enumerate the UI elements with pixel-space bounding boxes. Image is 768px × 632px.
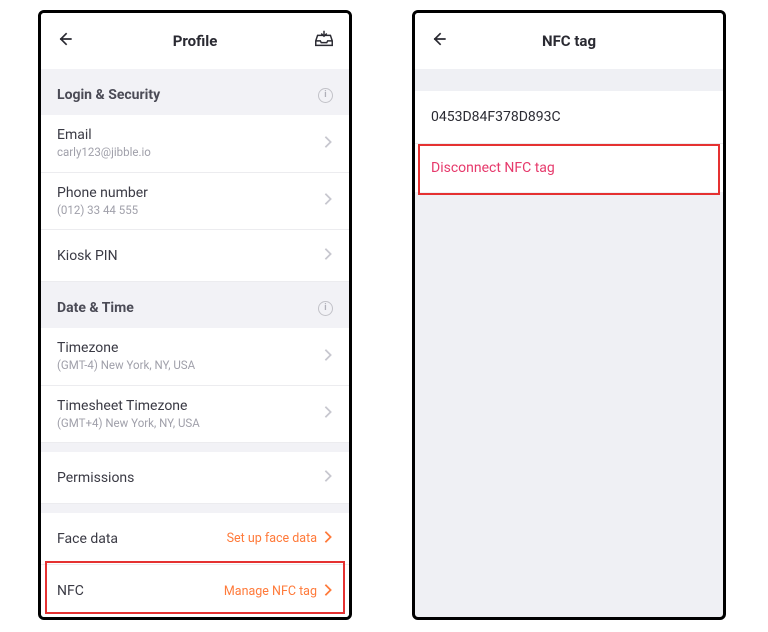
row-timesheet-timezone[interactable]: Timesheet Timezone (GMT+4) New York, NY,… [41, 386, 349, 444]
header: NFC tag [415, 13, 723, 69]
row-value: carly123@jibble.io [57, 145, 151, 159]
row-value: (012) 33 44 555 [57, 203, 148, 217]
chevron-right-icon [323, 347, 333, 366]
chevron-right-icon [323, 468, 333, 487]
row-value: (GMT-4) New York, NY, USA [57, 358, 195, 372]
row-face-data[interactable]: Face data Set up face data [41, 513, 349, 565]
section-login-security: Login & Security i [41, 69, 349, 115]
action-text: Set up face data [227, 531, 317, 546]
nfc-tag-id: 0453D84F378D893C [415, 91, 723, 143]
profile-screen: Profile Login & Security i Email carly12… [38, 10, 352, 620]
row-label: Face data [57, 531, 118, 547]
page-title: Profile [173, 32, 218, 50]
info-icon[interactable]: i [318, 301, 333, 316]
chevron-right-icon [323, 246, 333, 265]
chevron-right-icon [323, 404, 333, 423]
row-nfc[interactable]: NFC Manage NFC tag [41, 565, 349, 617]
row-label: NFC [57, 583, 84, 599]
row-phone[interactable]: Phone number (012) 33 44 555 [41, 173, 349, 231]
back-icon[interactable] [429, 29, 449, 53]
row-label: Kiosk PIN [57, 248, 118, 264]
row-label: Permissions [57, 470, 134, 486]
action-text: Manage NFC tag [224, 584, 317, 599]
row-timezone[interactable]: Timezone (GMT-4) New York, NY, USA [41, 328, 349, 386]
back-icon[interactable] [55, 29, 75, 53]
row-label: Timezone [57, 340, 195, 356]
inbox-icon[interactable] [313, 28, 335, 54]
nfc-tag-screen: NFC tag 0453D84F378D893C Disconnect NFC … [412, 10, 726, 620]
disconnect-nfc-button[interactable]: Disconnect NFC tag [415, 143, 723, 192]
row-label: Timesheet Timezone [57, 398, 200, 414]
row-permissions[interactable]: Permissions [41, 452, 349, 504]
chevron-right-icon [323, 134, 333, 153]
section-title: Login & Security [57, 87, 160, 103]
row-value: (GMT+4) New York, NY, USA [57, 416, 200, 430]
chevron-right-icon [323, 191, 333, 210]
section-date-time: Date & Time i [41, 282, 349, 328]
page-title: NFC tag [542, 32, 596, 50]
chevron-right-icon [323, 529, 333, 548]
row-email[interactable]: Email carly123@jibble.io [41, 115, 349, 173]
info-icon[interactable]: i [318, 88, 333, 103]
chevron-right-icon [323, 582, 333, 601]
row-label: Phone number [57, 185, 148, 201]
row-label: Email [57, 127, 151, 143]
row-kiosk-pin[interactable]: Kiosk PIN [41, 230, 349, 282]
header: Profile [41, 13, 349, 69]
section-title: Date & Time [57, 300, 134, 316]
